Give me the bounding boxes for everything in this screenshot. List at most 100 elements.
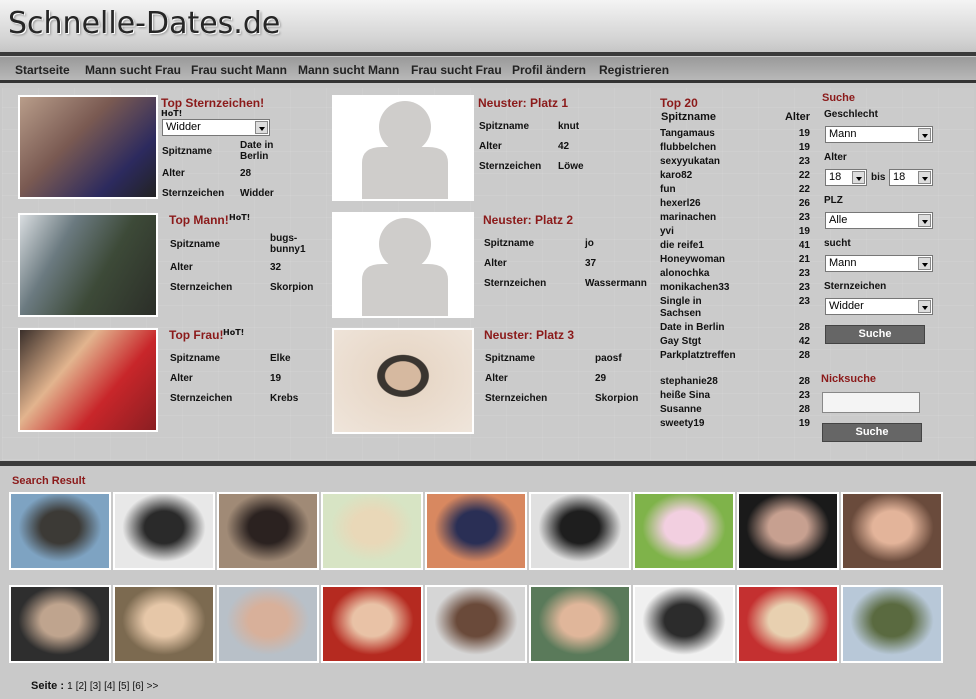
- suche-button[interactable]: Suche: [825, 325, 925, 344]
- chevron-down-icon: [852, 171, 865, 184]
- user-silhouette-icon: [362, 101, 448, 199]
- alter-label: Alter: [824, 152, 847, 163]
- top20-row-name: karo82: [660, 170, 693, 181]
- search-result-photo[interactable]: [113, 492, 215, 570]
- label-sternzeichen: Sternzeichen: [170, 393, 233, 404]
- nav-frau-sucht-frau[interactable]: Frau sucht Frau: [411, 63, 502, 77]
- top20-row-name: Parkplatztreffen: [660, 350, 736, 361]
- neuster3-alter: 29: [595, 373, 607, 384]
- top20-row-name: fun: [660, 184, 676, 195]
- top-sternzeichen-photo[interactable]: [18, 95, 158, 199]
- search-result-photo[interactable]: [321, 492, 423, 570]
- nicksuche-input[interactable]: [822, 392, 920, 413]
- page-link-3[interactable]: [3]: [90, 681, 101, 692]
- nav-registrieren[interactable]: Registrieren: [599, 63, 669, 77]
- top20-row[interactable]: karo82 22: [660, 170, 810, 182]
- top20-row[interactable]: alonochka 23: [660, 268, 810, 280]
- search-result-photo[interactable]: [737, 492, 839, 570]
- top-sternzeichen-select[interactable]: Widder: [162, 119, 270, 136]
- neuster1-alter: 42: [558, 141, 570, 152]
- top-sternzeichen-spitzname[interactable]: Date in Berlin: [240, 140, 286, 162]
- nav-mann-sucht-frau[interactable]: Mann sucht Frau: [85, 63, 181, 77]
- neuster1-spitzname[interactable]: knut: [558, 121, 579, 132]
- top-mann-photo[interactable]: [18, 213, 158, 317]
- alter-von-select[interactable]: 18: [825, 169, 867, 186]
- neuster3-photo[interactable]: [332, 328, 474, 434]
- top20-row[interactable]: heiße Sina 23: [660, 390, 810, 402]
- page-next[interactable]: >>: [147, 681, 159, 692]
- top20-row[interactable]: Honeywoman 21: [660, 254, 810, 266]
- search-result-photo[interactable]: [633, 492, 735, 570]
- search-result-photo[interactable]: [425, 585, 527, 663]
- nav-mann-sucht-mann[interactable]: Mann sucht Mann: [298, 63, 399, 77]
- top20-row[interactable]: yvi 19: [660, 226, 810, 238]
- label-spitzname: Spitzname: [485, 353, 536, 364]
- neuster2-spitzname[interactable]: jo: [585, 238, 594, 249]
- page-link-2[interactable]: [2]: [76, 681, 87, 692]
- search-result-photo[interactable]: [529, 492, 631, 570]
- top-frau-photo[interactable]: [18, 328, 158, 432]
- hot-badge: HoT!: [229, 213, 251, 222]
- top20-row-name: Honeywoman: [660, 254, 726, 265]
- sucht-select[interactable]: Mann: [825, 255, 933, 272]
- page-link-4[interactable]: [4]: [104, 681, 115, 692]
- site-logo[interactable]: Schnelle-Dates.de: [8, 6, 280, 41]
- page-link-5[interactable]: [5]: [118, 681, 129, 692]
- label-alter: Alter: [479, 141, 502, 152]
- top20-row[interactable]: sexyyukatan 23: [660, 156, 810, 168]
- top20-row[interactable]: hexerl26 26: [660, 198, 810, 210]
- top20-row[interactable]: fun 22: [660, 184, 810, 196]
- top20-row-name: yvi: [660, 226, 674, 237]
- top-mann-sternzeichen: Skorpion: [270, 282, 314, 293]
- top20-row[interactable]: Gay Stgt 42: [660, 336, 810, 348]
- top20-row-name: sweety19: [660, 418, 705, 429]
- neuster2-photo[interactable]: [332, 212, 474, 318]
- search-result-photo[interactable]: [321, 585, 423, 663]
- top20-row-name: heiße Sina: [660, 390, 711, 401]
- top-mann-spitzname[interactable]: bugs-bunny1: [270, 233, 320, 255]
- geschlecht-select[interactable]: Mann: [825, 126, 933, 143]
- search-result-photo[interactable]: [529, 585, 631, 663]
- top20-row[interactable]: sweety19 19: [660, 418, 810, 430]
- top20-row[interactable]: stephanie28 28: [660, 376, 810, 388]
- nav-startseite[interactable]: Startseite: [15, 63, 70, 77]
- chevron-down-icon: [918, 171, 931, 184]
- search-result-photo[interactable]: [9, 492, 111, 570]
- top20-row[interactable]: Date in Berlin 28: [660, 322, 810, 334]
- top20-col-age: Alter: [784, 111, 810, 123]
- top20-row[interactable]: Susanne 28: [660, 404, 810, 416]
- search-result-photo[interactable]: [217, 585, 319, 663]
- neuster2-sternzeichen: Wassermann: [585, 278, 647, 289]
- search-result-photo[interactable]: [841, 492, 943, 570]
- nav-frau-sucht-mann[interactable]: Frau sucht Mann: [191, 63, 287, 77]
- neuster1-photo[interactable]: [332, 95, 474, 201]
- page-link-6[interactable]: [6]: [132, 681, 143, 692]
- search-result-photo[interactable]: [217, 492, 319, 570]
- neuster3-spitzname[interactable]: paosf: [595, 353, 622, 364]
- top20-row-name: hexerl26: [660, 198, 701, 209]
- plz-select[interactable]: Alle: [825, 212, 933, 229]
- top20-row[interactable]: monikachen33 23: [660, 282, 810, 294]
- search-result-photo[interactable]: [737, 585, 839, 663]
- nicksuche-button[interactable]: Suche: [822, 423, 922, 442]
- search-result-photo[interactable]: [113, 585, 215, 663]
- top20-row-age: 23: [798, 212, 810, 223]
- hot-badge: HoT!: [161, 109, 183, 118]
- search-result-photo[interactable]: [9, 585, 111, 663]
- top-sternzeichen-title: Top Sternzeichen!: [161, 96, 265, 110]
- top20-row[interactable]: Tangamaus 19: [660, 128, 810, 140]
- search-result-photo[interactable]: [841, 585, 943, 663]
- top-frau-sternzeichen: Krebs: [270, 393, 299, 404]
- alter-bis-select[interactable]: 18: [889, 169, 933, 186]
- top20-row[interactable]: Parkplatztreffen 28: [660, 350, 810, 362]
- sternzeichen-select[interactable]: Widder: [825, 298, 933, 315]
- top20-row-age: 19: [798, 128, 810, 139]
- top20-row[interactable]: flubbelchen 19: [660, 142, 810, 154]
- top20-row[interactable]: die reife1 41: [660, 240, 810, 252]
- search-result-photo[interactable]: [425, 492, 527, 570]
- top20-row[interactable]: marinachen 23: [660, 212, 810, 224]
- top-frau-spitzname[interactable]: Elke: [270, 353, 291, 364]
- search-result-photo[interactable]: [633, 585, 735, 663]
- nav-profil-aendern[interactable]: Profil ändern: [512, 63, 586, 77]
- top20-row[interactable]: Single in Sachsen 23: [660, 296, 810, 320]
